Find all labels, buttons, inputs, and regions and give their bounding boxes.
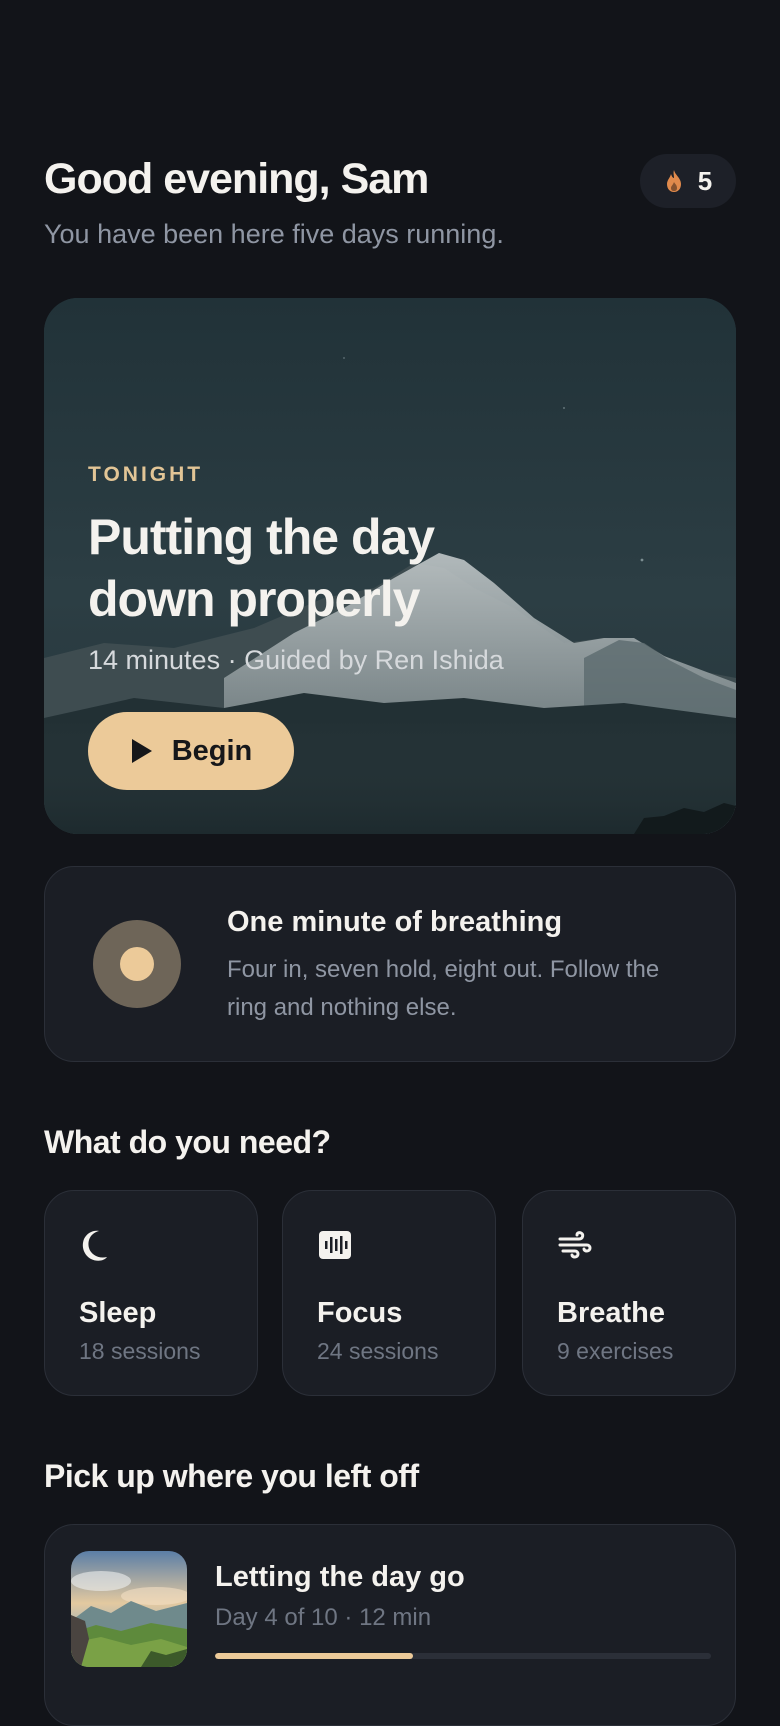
breathing-exercise-card[interactable]: One minute of breathing Four in, seven h… bbox=[44, 866, 736, 1062]
hero-eyebrow: TONIGHT bbox=[88, 463, 204, 486]
category-tile-label: Focus bbox=[317, 1297, 403, 1329]
category-tile-label: Sleep bbox=[79, 1297, 157, 1329]
resume-section-title: Pick up where you left off bbox=[44, 1458, 419, 1494]
category-tile-count: 9 exercises bbox=[557, 1338, 674, 1364]
mountain-landscape-thumbnail bbox=[71, 1551, 187, 1667]
breathing-ring-icon bbox=[93, 920, 181, 1008]
category-tile-count: 18 sessions bbox=[79, 1338, 201, 1364]
category-tile-label: Breathe bbox=[557, 1297, 665, 1329]
greeting-title: Good evening, Sam bbox=[44, 155, 429, 203]
wind-icon bbox=[558, 1231, 592, 1259]
begin-button[interactable]: Begin bbox=[88, 712, 294, 790]
home-screen: Good evening, Sam You have been here fiv… bbox=[0, 0, 780, 1726]
flame-icon bbox=[666, 170, 681, 192]
hero-title: Putting the day down properly bbox=[88, 509, 435, 627]
breathing-card-title: One minute of breathing bbox=[227, 906, 563, 938]
greeting-subtitle: You have been here five days running. bbox=[44, 219, 504, 249]
resume-progress-fill bbox=[215, 1653, 414, 1659]
streak-badge[interactable]: 5 bbox=[640, 154, 736, 208]
breathing-ring-core bbox=[120, 947, 154, 981]
resume-item-meta: Day 4 of 10 · 12 min bbox=[215, 1604, 432, 1631]
resume-session-card[interactable]: Letting the day go Day 4 of 10 · 12 min bbox=[44, 1524, 736, 1726]
soundwave-icon bbox=[319, 1231, 351, 1259]
category-tile-focus[interactable]: Focus 24 sessions bbox=[282, 1190, 496, 1396]
needs-section-title: What do you need? bbox=[44, 1124, 331, 1160]
category-tile-count: 24 sessions bbox=[317, 1338, 439, 1364]
category-tile-sleep[interactable]: Sleep 18 sessions bbox=[44, 1190, 258, 1396]
category-tile-breathe[interactable]: Breathe 9 exercises bbox=[522, 1190, 736, 1396]
begin-button-label: Begin bbox=[171, 734, 253, 767]
moon-icon bbox=[82, 1230, 107, 1261]
resume-progress-bar bbox=[215, 1653, 711, 1659]
featured-session-card[interactable]: TONIGHT Putting the day down properly 14… bbox=[44, 298, 736, 834]
breathing-card-description: Four in, seven hold, eight out. Follow t… bbox=[227, 956, 660, 1021]
play-icon bbox=[131, 739, 152, 763]
resume-item-title: Letting the day go bbox=[215, 1561, 465, 1593]
streak-count: 5 bbox=[697, 165, 713, 196]
hero-meta: 14 minutes · Guided by Ren Ishida bbox=[88, 645, 504, 675]
